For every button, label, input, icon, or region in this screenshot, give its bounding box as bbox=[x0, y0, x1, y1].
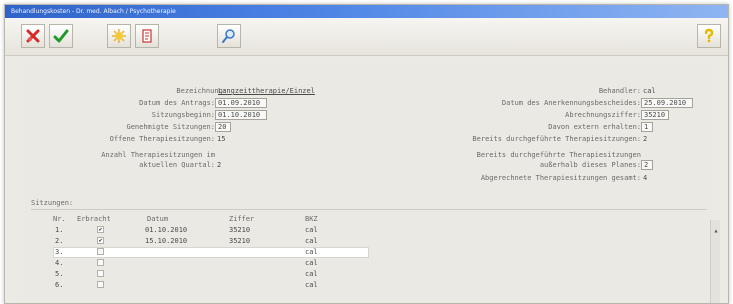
davon-extern-field[interactable]: 1 bbox=[641, 122, 653, 132]
column-header-bkz: BKZ bbox=[305, 215, 318, 223]
window-title: Behandlungskosten - Dr. med. Albach / Ps… bbox=[5, 5, 728, 18]
column-header-datum: Datum bbox=[147, 215, 169, 223]
row-2-nr: 2. bbox=[55, 237, 64, 245]
confirm-button[interactable] bbox=[49, 24, 73, 48]
row-2-ziffer[interactable]: 35210 bbox=[229, 237, 250, 245]
row-5-bkz[interactable]: cal bbox=[305, 270, 318, 278]
offene-label: Offene Therapiesitzungen: bbox=[109, 135, 215, 143]
column-header-erbracht: Erbracht bbox=[77, 215, 111, 223]
search-button[interactable] bbox=[217, 24, 241, 48]
toolbar bbox=[5, 18, 728, 56]
row-2-datum[interactable]: 15.10.2010 bbox=[145, 237, 187, 245]
application-window: Behandlungskosten - Dr. med. Albach / Ps… bbox=[4, 4, 729, 304]
genehmigte-label: Genehmigte Sitzungen: bbox=[126, 123, 215, 131]
anzahl-quartal-value: 2 bbox=[217, 161, 222, 169]
sitzungsbeginn-field[interactable]: 01.10.2010 bbox=[215, 110, 267, 120]
bezeichnung-field[interactable]: Langzeittherapie/Einzel bbox=[215, 86, 355, 96]
column-header-ziffer: Ziffer bbox=[229, 215, 255, 223]
sitzungen-title: Sitzungen: bbox=[31, 199, 74, 207]
row-6-nr: 6. bbox=[55, 281, 64, 289]
row-1-erbracht-checkbox[interactable]: ✔ bbox=[97, 226, 104, 233]
sitzungsbeginn-label: Sitzungsbeginn: bbox=[151, 111, 215, 119]
red-document-icon bbox=[142, 29, 152, 43]
abrechnungsziffer-field[interactable]: 35210 bbox=[641, 110, 669, 120]
behandler-label: Behandler: bbox=[598, 87, 641, 95]
row-2-bkz[interactable]: cal bbox=[305, 237, 318, 245]
anzahl-quartal-label-1: Anzahl Therapiesitzungen im bbox=[101, 151, 215, 159]
green-check-icon bbox=[53, 29, 69, 43]
row-1-datum[interactable]: 01.10.2010 bbox=[145, 226, 187, 234]
row-2-erbracht-checkbox[interactable]: ✔ bbox=[97, 237, 104, 244]
row-6-bkz[interactable]: cal bbox=[305, 281, 318, 289]
bereits-durchgefuehrt-label: Bereits durchgeführte Therapiesitzungen: bbox=[472, 135, 641, 143]
red-x-icon bbox=[26, 29, 40, 43]
row-3-erbracht-checkbox[interactable] bbox=[97, 248, 104, 255]
question-mark-icon bbox=[704, 28, 714, 43]
vertical-scrollbar[interactable]: ▴ bbox=[710, 220, 721, 303]
datum-anerkennung-field[interactable]: 25.09.2010 bbox=[641, 98, 693, 108]
row-4-nr: 4. bbox=[55, 259, 64, 267]
ausserhalb-label-1: Bereits durchgeführte Therapiesitzungen bbox=[476, 151, 641, 159]
scroll-up-arrow-icon[interactable]: ▴ bbox=[711, 226, 721, 236]
datum-antrag-label: Datum des Antrags: bbox=[139, 99, 215, 107]
row-6-erbracht-checkbox[interactable] bbox=[97, 281, 104, 288]
row-3-bkz[interactable]: cal bbox=[305, 248, 318, 256]
genehmigte-field[interactable]: 20 bbox=[215, 122, 231, 132]
row-3-nr: 3. bbox=[55, 248, 64, 256]
delete-button[interactable] bbox=[21, 24, 45, 48]
new-button[interactable] bbox=[107, 24, 131, 48]
bereits-durchgefuehrt-value: 2 bbox=[643, 135, 648, 143]
row-1-ziffer[interactable]: 35210 bbox=[229, 226, 250, 234]
ausserhalb-label-2: außerhalb dieses Planes: bbox=[539, 161, 641, 169]
row-4-erbracht-checkbox[interactable] bbox=[97, 259, 104, 266]
abrechnungsziffer-label: Abrechnungsziffer: bbox=[565, 111, 641, 119]
help-button[interactable] bbox=[697, 24, 721, 48]
form-area: Bezeichnung: Langzeittherapie/Einzel Dat… bbox=[23, 65, 713, 303]
anzahl-quartal-label-2: aktuellen Quartal: bbox=[139, 161, 215, 169]
abgerechnet-label: Abgerechnete Therapiesitzungen gesamt: bbox=[480, 174, 641, 182]
datum-anerkennung-label: Datum des Anerkennungsbescheides: bbox=[501, 99, 641, 107]
row-5-erbracht-checkbox[interactable] bbox=[97, 270, 104, 277]
print-button[interactable] bbox=[135, 24, 159, 48]
row-5-nr: 5. bbox=[55, 270, 64, 278]
offene-value: 15 bbox=[217, 135, 226, 143]
row-1-bkz[interactable]: cal bbox=[305, 226, 318, 234]
behandler-value: cal bbox=[643, 87, 656, 95]
davon-extern-label: Davon extern erhalten: bbox=[548, 123, 641, 131]
yellow-burst-icon bbox=[112, 29, 126, 43]
abgerechnet-value: 4 bbox=[643, 174, 648, 182]
ausserhalb-field[interactable]: 2 bbox=[641, 160, 653, 170]
sitzungen-divider bbox=[31, 209, 707, 210]
row-1-nr: 1. bbox=[55, 226, 64, 234]
magnifier-icon bbox=[222, 29, 235, 43]
row-4-bkz[interactable]: cal bbox=[305, 259, 318, 267]
column-header-nr: Nr. bbox=[53, 215, 66, 223]
datum-antrag-field[interactable]: 01.09.2010 bbox=[215, 98, 267, 108]
